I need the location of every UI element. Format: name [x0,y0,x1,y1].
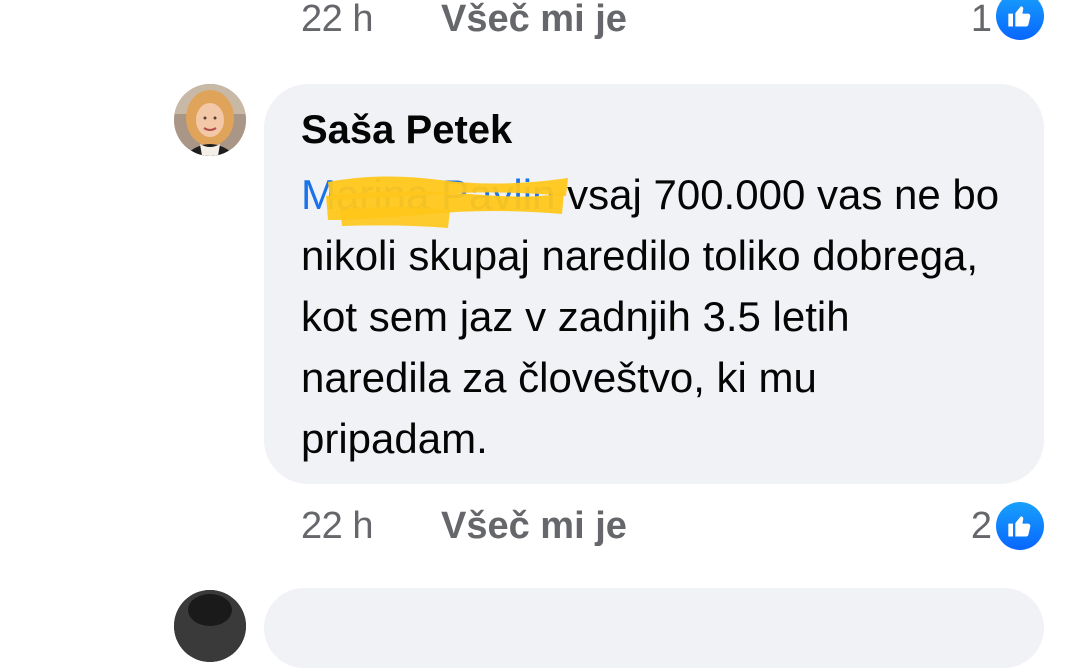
comment-timestamp[interactable]: 22 h [301,505,373,548]
comment-author[interactable]: Saša Petek [301,108,512,153]
thumbs-up-icon[interactable] [996,502,1044,550]
thumbs-up-icon[interactable] [996,0,1044,40]
comment-actions: 22 h Všeč mi je 2 [0,502,1080,555]
comment-text: Marina Pavlin vsaj 700.000 vas ne bo nik… [301,164,1001,469]
like-count[interactable]: 1 [971,0,992,41]
like-count[interactable]: 2 [971,505,992,548]
comment-timestamp[interactable]: 22 h [301,0,373,41]
like-button[interactable]: Všeč mi je [441,0,627,41]
like-button[interactable]: Všeč mi je [441,505,627,548]
mentioned-user-link[interactable]: Marina Pavlin [301,171,555,218]
avatar[interactable] [174,84,246,156]
comment-bubble [264,588,1044,668]
previous-comment-actions: 22 h Všeč mi je 1 [0,0,1080,48]
avatar[interactable] [174,590,246,662]
